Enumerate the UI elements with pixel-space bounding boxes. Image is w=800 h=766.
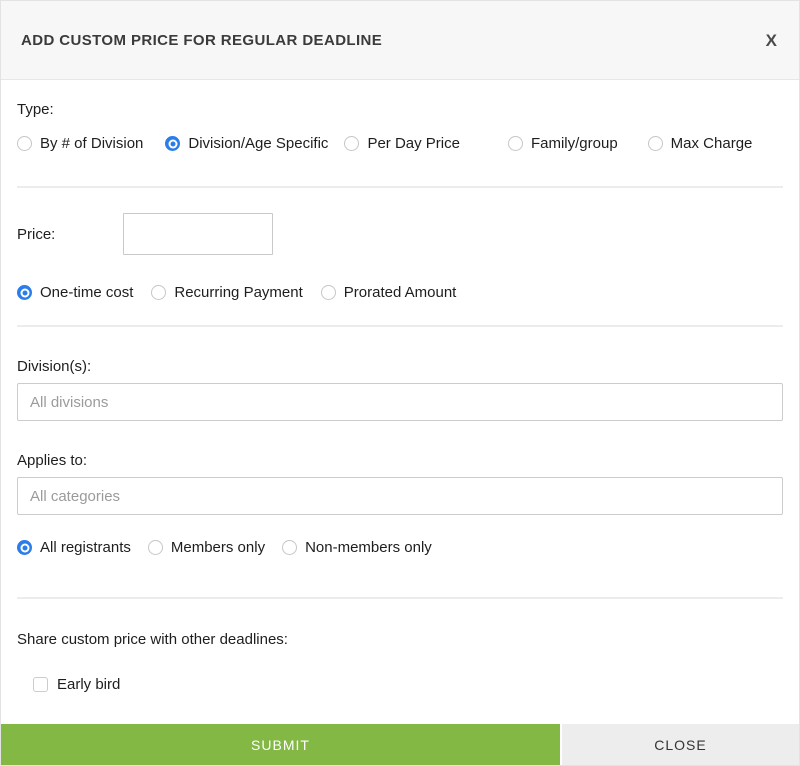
radio-label: One-time cost xyxy=(40,284,133,301)
price-section: Price: One-time cost Recurring Payment P… xyxy=(17,213,783,301)
divider xyxy=(17,186,783,188)
type-section: Type: By # of Division Division/Age Spec… xyxy=(17,101,783,152)
applies-to-label: Applies to: xyxy=(17,452,783,469)
modal-header: ADD CUSTOM PRICE FOR REGULAR DEADLINE X xyxy=(1,1,799,80)
radio-max-charge[interactable]: Max Charge xyxy=(648,135,753,152)
radio-label: Prorated Amount xyxy=(344,284,457,301)
radio-icon xyxy=(148,540,163,555)
radio-label: Division/Age Specific xyxy=(188,135,328,152)
checkbox-icon[interactable] xyxy=(33,677,48,692)
radio-icon xyxy=(17,540,32,555)
divisions-label: Division(s): xyxy=(17,358,783,375)
radio-prorated-amount[interactable]: Prorated Amount xyxy=(321,284,457,301)
radio-label: Members only xyxy=(171,539,265,556)
divider xyxy=(17,597,783,599)
radio-label: Recurring Payment xyxy=(174,284,302,301)
price-label: Price: xyxy=(17,226,123,243)
radio-label: Family/group xyxy=(531,135,618,152)
radio-icon xyxy=(165,136,180,151)
early-bird-checkbox-row[interactable]: Early bird xyxy=(33,676,783,693)
modal-body: Type: By # of Division Division/Age Spec… xyxy=(1,101,799,693)
radio-label: Per Day Price xyxy=(367,135,460,152)
radio-per-day-price[interactable]: Per Day Price xyxy=(344,135,460,152)
type-label: Type: xyxy=(17,101,783,118)
radio-icon xyxy=(344,136,359,151)
radio-icon xyxy=(151,285,166,300)
registrant-radio-group: All registrants Members only Non-members… xyxy=(17,539,783,556)
radio-icon xyxy=(282,540,297,555)
radio-by-number-of-division[interactable]: By # of Division xyxy=(17,135,143,152)
add-custom-price-modal: ADD CUSTOM PRICE FOR REGULAR DEADLINE X … xyxy=(0,0,800,766)
modal-title: ADD CUSTOM PRICE FOR REGULAR DEADLINE xyxy=(21,32,382,49)
type-radio-group: By # of Division Division/Age Specific P… xyxy=(17,135,783,152)
radio-non-members-only[interactable]: Non-members only xyxy=(282,539,432,556)
radio-family-group[interactable]: Family/group xyxy=(508,135,618,152)
payment-radio-group: One-time cost Recurring Payment Prorated… xyxy=(17,284,783,301)
radio-members-only[interactable]: Members only xyxy=(148,539,265,556)
radio-label: Non-members only xyxy=(305,539,432,556)
divisions-section: Division(s): Applies to: All registrants… xyxy=(17,358,783,556)
divider xyxy=(17,325,783,327)
share-section: Share custom price with other deadlines:… xyxy=(17,631,783,693)
modal-footer: SUBMIT CLOSE xyxy=(1,724,799,765)
price-input[interactable] xyxy=(123,213,273,255)
radio-label: Max Charge xyxy=(671,135,753,152)
radio-division-age-specific[interactable]: Division/Age Specific xyxy=(165,135,328,152)
radio-icon xyxy=(17,136,32,151)
price-row: Price: xyxy=(17,213,783,255)
radio-icon xyxy=(508,136,523,151)
radio-recurring-payment[interactable]: Recurring Payment xyxy=(151,284,302,301)
applies-to-input[interactable] xyxy=(17,477,783,515)
divisions-input[interactable] xyxy=(17,383,783,421)
radio-one-time-cost[interactable]: One-time cost xyxy=(17,284,133,301)
share-label: Share custom price with other deadlines: xyxy=(17,631,783,648)
radio-icon xyxy=(648,136,663,151)
radio-label: By # of Division xyxy=(40,135,143,152)
checkbox-label: Early bird xyxy=(57,676,120,693)
radio-icon xyxy=(321,285,336,300)
close-button[interactable]: CLOSE xyxy=(562,724,799,765)
radio-all-registrants[interactable]: All registrants xyxy=(17,539,131,556)
close-icon[interactable]: X xyxy=(764,28,779,53)
submit-button[interactable]: SUBMIT xyxy=(1,724,560,765)
radio-icon xyxy=(17,285,32,300)
radio-label: All registrants xyxy=(40,539,131,556)
